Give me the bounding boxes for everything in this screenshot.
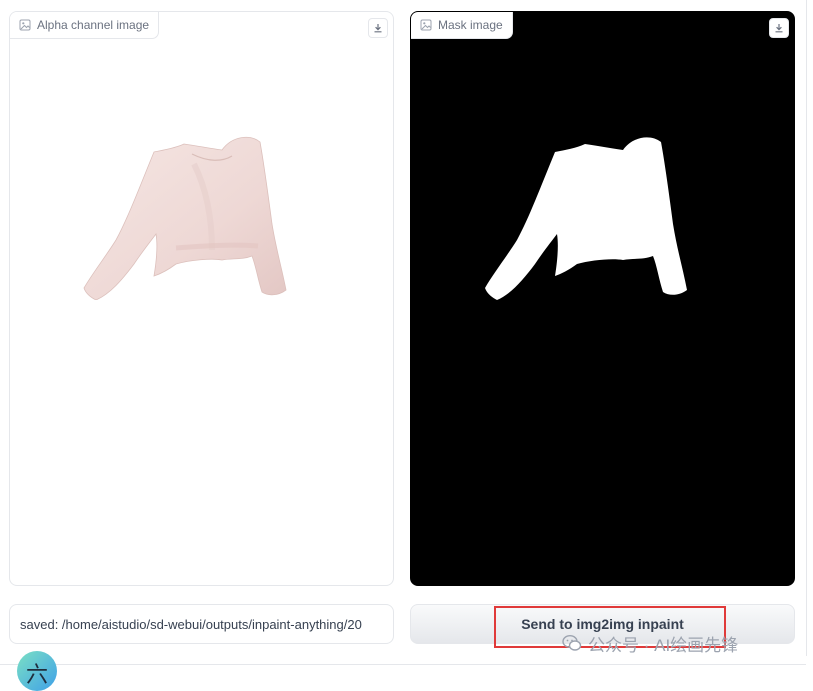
right-edge-divider	[806, 0, 807, 656]
avatar-glyph: 六	[25, 662, 48, 687]
image-icon	[420, 19, 432, 31]
watermark: 公众号 · AI绘画先锋	[562, 632, 739, 655]
mask-download-button[interactable]	[769, 18, 789, 38]
save-path-text: saved: /home/aistudio/sd-webui/outputs/i…	[20, 616, 362, 632]
download-icon	[374, 24, 382, 33]
bottom-edge-divider	[0, 664, 806, 665]
avatar[interactable]: 六	[17, 651, 57, 691]
download-icon	[775, 24, 783, 33]
save-path-status: saved: /home/aistudio/sd-webui/outputs/i…	[9, 604, 394, 644]
alpha-garment-image	[83, 136, 287, 300]
wechat-icon	[562, 634, 582, 651]
mask-image-label-chip: Mask image	[411, 12, 513, 39]
image-icon	[19, 19, 31, 31]
mask-image-label: Mask image	[438, 18, 503, 32]
alpha-channel-image-panel: Alpha channel image	[9, 11, 394, 586]
alpha-download-button[interactable]	[368, 18, 388, 38]
mask-garment-shape	[485, 137, 687, 300]
alpha-channel-image-label-chip: Alpha channel image	[10, 12, 160, 39]
alpha-channel-image-label: Alpha channel image	[37, 18, 150, 32]
mask-image-panel: Mask image	[410, 11, 795, 586]
watermark-text: 公众号 · AI绘画先锋	[588, 635, 739, 655]
